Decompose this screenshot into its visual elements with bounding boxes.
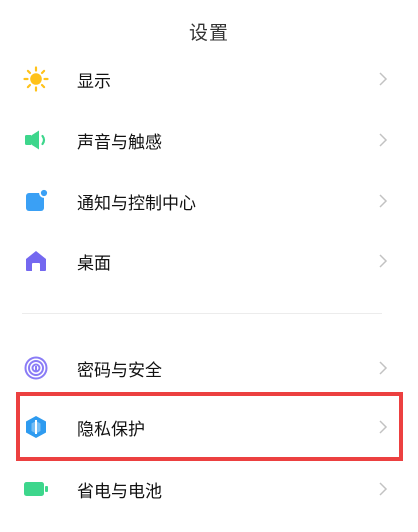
chevron-right-icon: [378, 70, 388, 88]
settings-item-label: 隐私保护: [77, 419, 145, 440]
sun-icon: [23, 66, 49, 92]
settings-item-label: 显示: [77, 71, 111, 92]
chevron-right-icon: [378, 252, 388, 270]
settings-item-password-security[interactable]: 密码与安全: [0, 338, 418, 398]
page-title: 设置: [188, 22, 229, 44]
section-divider: [22, 313, 382, 314]
settings-item-label: 声音与触感: [77, 132, 162, 153]
chevron-right-icon: [378, 192, 388, 210]
settings-item-label: 省电与电池: [77, 481, 162, 502]
settings-item-display[interactable]: 显示: [0, 49, 418, 109]
settings-item-label: 密码与安全: [77, 360, 162, 381]
home-icon: [23, 248, 49, 274]
settings-screen: 设置 显示 声音与触感 通知与控制中心 桌面 密码与安全 隐私保护 省电与电池: [0, 0, 418, 532]
settings-item-battery[interactable]: 省电与电池: [0, 459, 418, 519]
battery-icon: [23, 476, 49, 502]
fingerprint-icon: [23, 355, 49, 381]
settings-item-home-screen[interactable]: 桌面: [0, 231, 418, 291]
settings-item-privacy[interactable]: 隐私保护: [0, 397, 418, 457]
chevron-right-icon: [378, 131, 388, 149]
chevron-right-icon: [378, 418, 388, 436]
chevron-right-icon: [378, 359, 388, 377]
settings-item-label: 桌面: [77, 253, 111, 274]
chevron-right-icon: [378, 480, 388, 498]
privacy-shield-icon: [23, 414, 49, 440]
settings-item-label: 通知与控制中心: [77, 193, 196, 214]
speaker-icon: [23, 127, 49, 153]
notification-icon: [23, 188, 49, 214]
settings-item-sound-haptics[interactable]: 声音与触感: [0, 110, 418, 170]
settings-item-notifications[interactable]: 通知与控制中心: [0, 171, 418, 231]
